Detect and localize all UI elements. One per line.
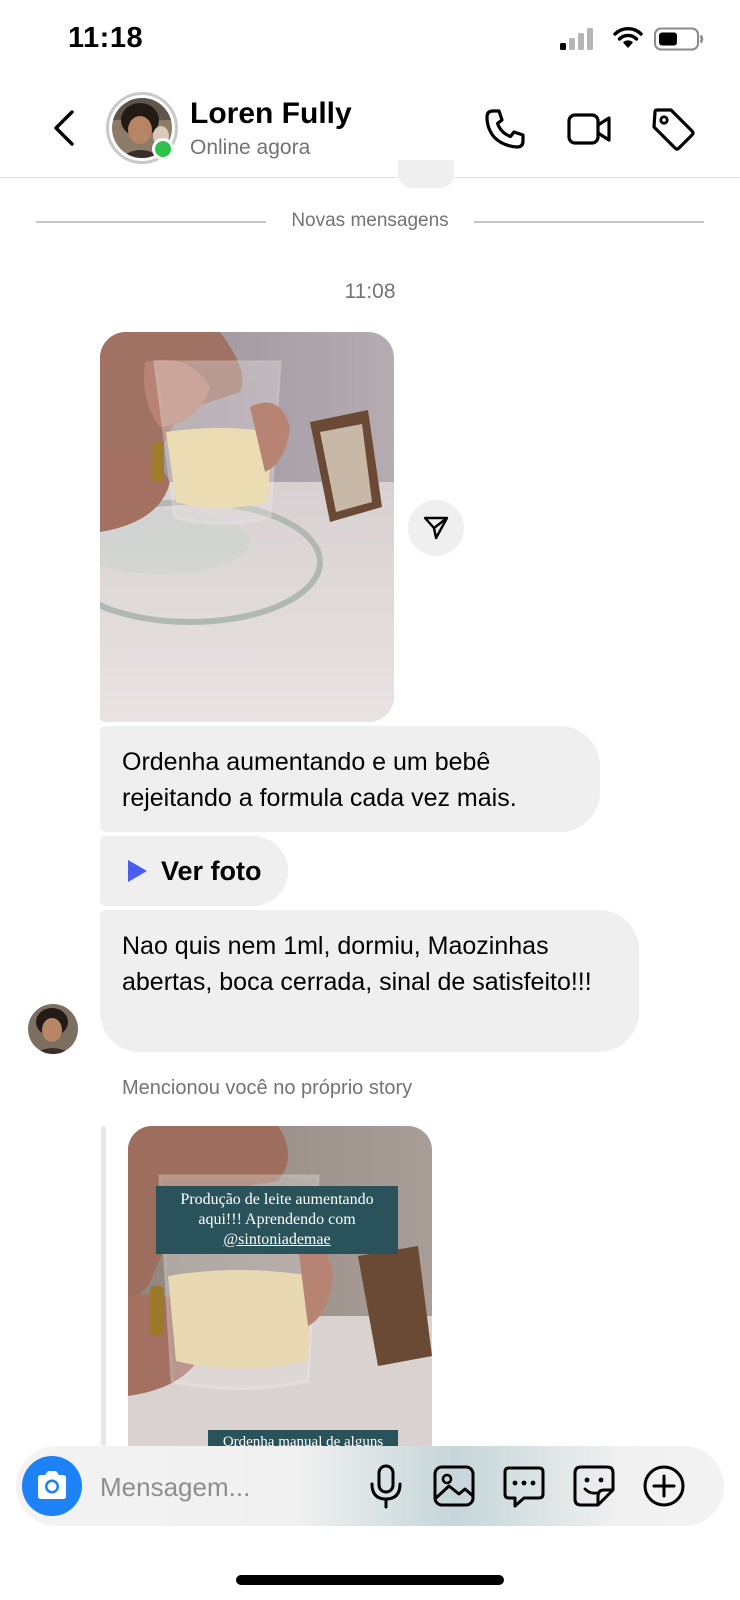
signal-icon — [560, 28, 593, 50]
message-timestamp: 11:08 — [344, 280, 396, 303]
story-caption: Produção de leite aumentando aqui!!! Apr… — [156, 1186, 398, 1254]
view-photo-label: Ver foto — [161, 856, 262, 886]
new-messages-divider: Novas mensagens — [291, 210, 449, 231]
chat-bubble-icon[interactable] — [500, 1462, 548, 1510]
play-icon — [128, 860, 147, 882]
sender-avatar-photo — [28, 1004, 78, 1054]
photo-message[interactable] — [100, 332, 394, 722]
camera-button[interactable] — [22, 1456, 82, 1516]
home-indicator[interactable] — [236, 1575, 504, 1585]
message-bubble[interactable]: Nao quis nem 1ml, dormiu, Maozinhas aber… — [100, 910, 639, 1052]
tag-icon[interactable] — [650, 106, 696, 152]
chat-header: Loren Fully Online agora — [0, 80, 740, 178]
sender-avatar[interactable] — [28, 1004, 78, 1054]
plus-icon[interactable] — [640, 1462, 688, 1510]
wifi-icon — [613, 27, 643, 48]
online-indicator — [152, 138, 174, 160]
sticker-icon[interactable] — [570, 1462, 618, 1510]
battery-icon — [654, 27, 704, 51]
share-photo-button[interactable] — [408, 500, 464, 556]
contact-name[interactable]: Loren Fully — [190, 97, 352, 131]
view-photo-button[interactable]: Ver foto — [100, 836, 288, 906]
story-photo — [128, 1126, 432, 1456]
previous-message-edge — [398, 160, 454, 188]
status-bar: 11:18 — [0, 0, 740, 80]
story-mention-note: Mencionou você no próprio story — [122, 1077, 413, 1099]
milk-glass-photo — [100, 332, 394, 722]
story-preview[interactable]: Produção de leite aumentando aqui!!! Apr… — [128, 1126, 432, 1456]
video-icon[interactable] — [566, 106, 612, 152]
back-icon[interactable] — [48, 104, 82, 152]
message-input[interactable] — [100, 1466, 340, 1508]
gallery-icon[interactable] — [430, 1462, 478, 1510]
contact-status: Online agora — [190, 136, 311, 159]
microphone-icon[interactable] — [362, 1462, 410, 1510]
send-icon — [423, 516, 449, 540]
phone-icon[interactable] — [482, 106, 528, 152]
status-time: 11:18 — [68, 22, 144, 54]
story-handle: @sintoniademae — [223, 1231, 331, 1248]
camera-icon — [38, 1471, 66, 1499]
message-bubble[interactable]: Ordenha aumentando e um bebê rejeitando … — [100, 726, 600, 832]
story-reply-bar — [101, 1126, 106, 1446]
